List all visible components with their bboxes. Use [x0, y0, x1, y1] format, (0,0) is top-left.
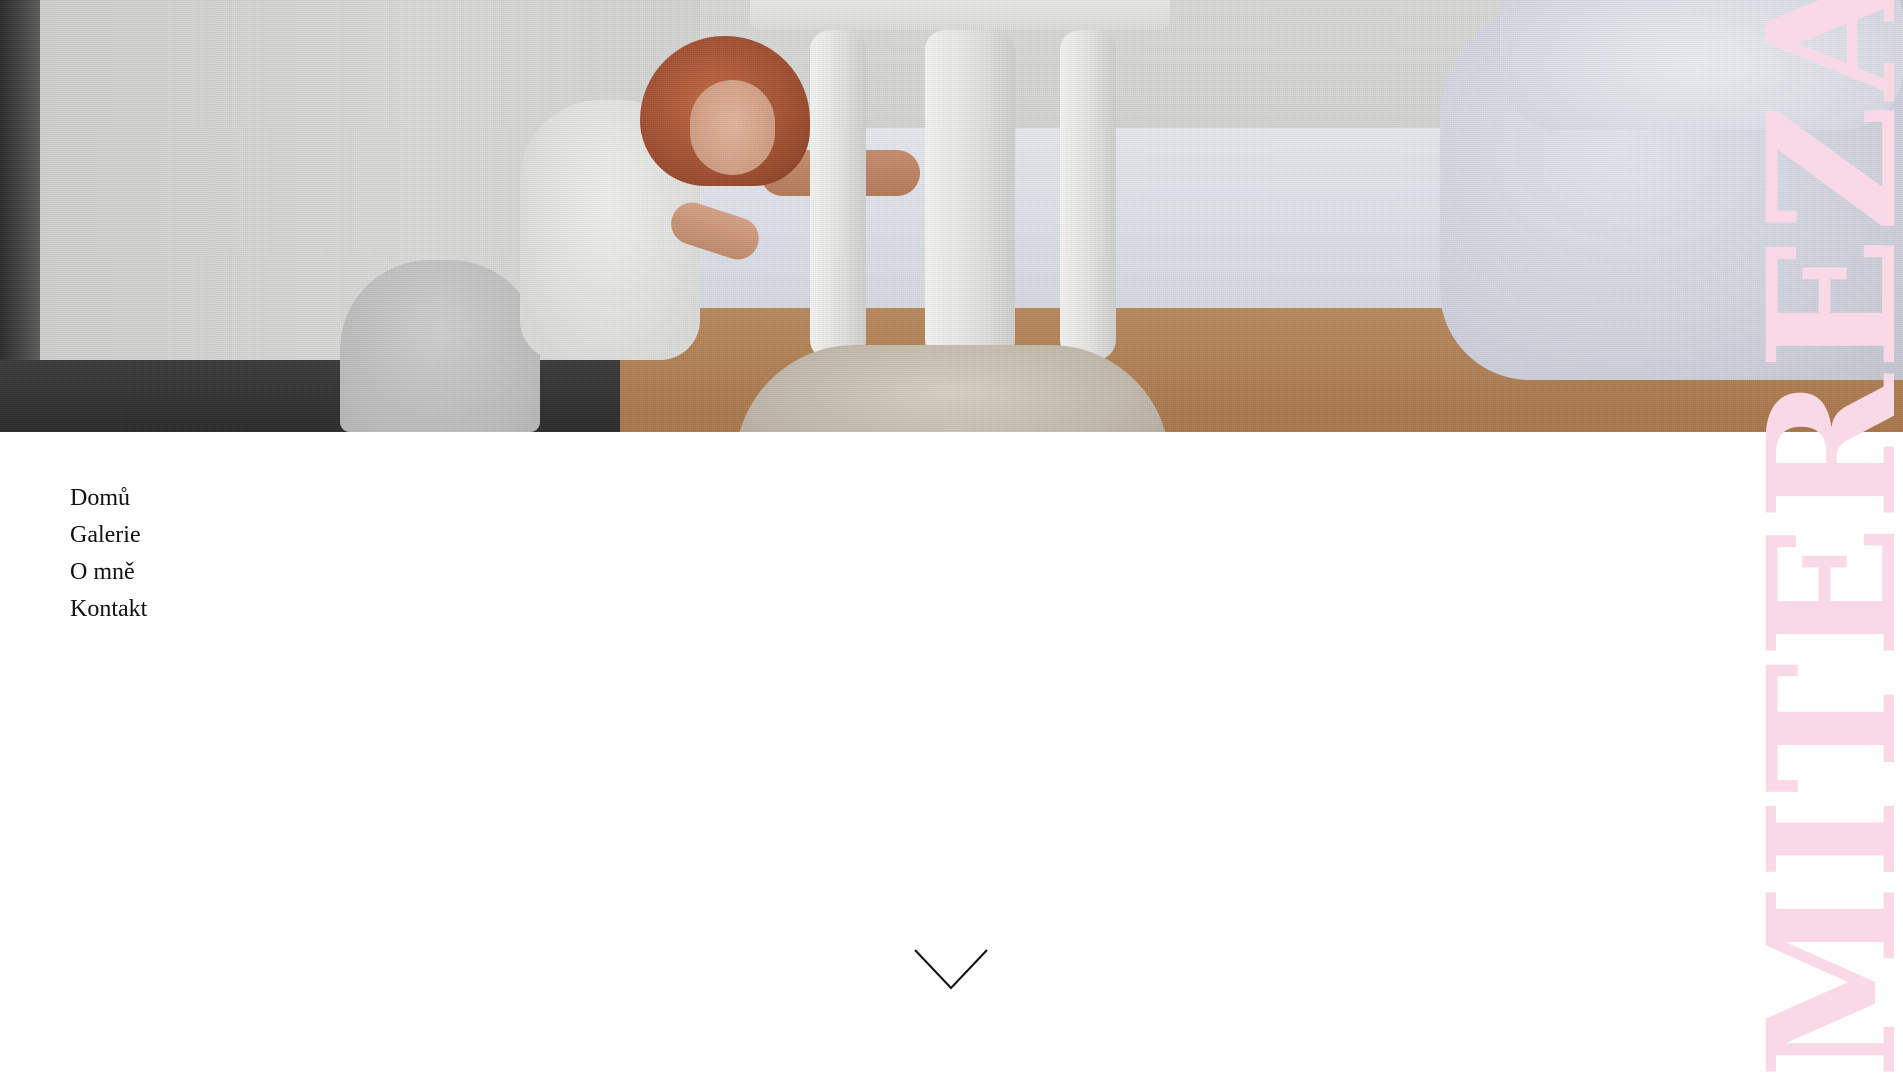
page: MITEREZA Domů Galerie O mně Kontakt	[0, 0, 1903, 1079]
hero-chair-back	[750, 0, 1170, 30]
chevron-down-icon	[914, 949, 988, 990]
hero-person-legs	[340, 260, 540, 432]
nav-item-home: Domů	[70, 480, 147, 517]
main-nav: Domů Galerie O mně Kontakt	[70, 480, 147, 628]
nav-item-about: O mně	[70, 554, 147, 591]
hero-chair-slat	[810, 30, 866, 360]
hero-wall-shadow	[0, 0, 40, 370]
scroll-down-button[interactable]	[913, 948, 989, 992]
nav-item-contact: Kontakt	[70, 591, 147, 628]
hero-person-face	[690, 80, 775, 175]
nav-link-gallery[interactable]: Galerie	[70, 517, 141, 554]
nav-link-about[interactable]: O mně	[70, 554, 135, 591]
nav-link-home[interactable]: Domů	[70, 480, 130, 517]
hero-chair-slat	[925, 30, 1015, 360]
nav-link-contact[interactable]: Kontakt	[70, 591, 147, 628]
brand-logo: MITEREZA	[1762, 0, 1903, 1079]
brand-wordmark: MITEREZA	[1762, 0, 1903, 1079]
hero-chair-seat	[735, 345, 1170, 432]
hero-image	[0, 0, 1903, 432]
hero-chair-slat	[1060, 30, 1116, 360]
nav-item-gallery: Galerie	[70, 517, 147, 554]
